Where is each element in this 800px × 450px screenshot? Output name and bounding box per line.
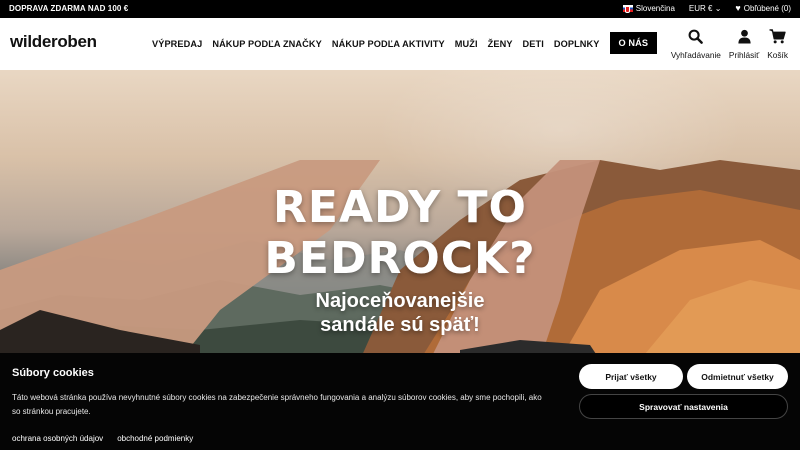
chevron-down-icon: ⌄	[714, 3, 722, 13]
search-icon	[688, 26, 704, 46]
hero-title-line-1: READY TO	[273, 182, 527, 233]
language-label: Slovenčina	[635, 3, 675, 13]
hero-subtitle-line-1: Najoceňovanejšie	[315, 290, 485, 312]
currency-label: EUR €	[688, 3, 713, 13]
privacy-policy-link[interactable]: ochrana osobných údajov	[12, 434, 103, 443]
terms-link[interactable]: obchodné podmienky	[117, 434, 193, 443]
user-icon	[737, 26, 752, 46]
cookie-links: ochrana osobných údajov obchodné podmien…	[12, 434, 193, 443]
cart-icon	[769, 26, 786, 46]
search-button[interactable]: Vyhľadávanie	[671, 26, 721, 60]
accept-all-cookies-button[interactable]: Prijať všetky	[579, 364, 683, 389]
heart-icon: ♥	[735, 3, 741, 13]
top-bar-right: Slovenčina EUR € ⌄ ♥ Obľúbené (0)	[622, 3, 791, 13]
cookie-consent-banner: Súbory cookies Táto webová stránka použí…	[0, 353, 800, 450]
nav-by-brand[interactable]: NÁKUP PODĽA ZNAČKY	[212, 39, 322, 49]
free-shipping-promo: DOPRAVA ZDARMA NAD 100 €	[9, 4, 129, 13]
cookie-title: Súbory cookies	[12, 367, 94, 379]
favorites-label: Obľúbené (0)	[743, 4, 791, 13]
main-nav: VÝPREDAJ NÁKUP PODĽA ZNAČKY NÁKUP PODĽA …	[152, 32, 667, 54]
hero-title-line-2: BEDROCK?	[264, 233, 536, 284]
slovak-flag-icon	[622, 4, 633, 13]
search-label: Vyhľadávanie	[670, 50, 721, 60]
reject-all-cookies-button[interactable]: Odmietnuť všetky	[687, 364, 788, 389]
top-bar: DOPRAVA ZDARMA NAD 100 € Slovenčina EUR …	[0, 0, 800, 18]
logo[interactable]: wilderoben	[10, 32, 97, 52]
manage-cookie-settings-button[interactable]: Spravovať nastavenia	[579, 394, 788, 419]
login-button[interactable]: Prihlásiť	[729, 26, 759, 60]
nav-accessories[interactable]: DOPLNKY	[554, 39, 600, 49]
cart-button[interactable]: Košík	[767, 26, 788, 60]
currency-selector[interactable]: EUR € ⌄	[689, 4, 722, 13]
hero-subtitle-line-2: sandále sú späť!	[320, 314, 480, 336]
site-header: wilderoben VÝPREDAJ NÁKUP PODĽA ZNAČKY N…	[0, 18, 800, 70]
header-tools: Vyhľadávanie Prihlásiť Košík	[671, 26, 788, 60]
about-us-button[interactable]: O NÁS	[609, 32, 658, 54]
nav-kids[interactable]: DETI	[523, 39, 544, 49]
language-selector[interactable]: Slovenčina	[622, 3, 675, 13]
nav-sale[interactable]: VÝPREDAJ	[152, 39, 202, 49]
nav-men[interactable]: MUŽI	[455, 39, 478, 49]
login-label: Prihlásiť	[728, 50, 760, 60]
favorites-link[interactable]: ♥ Obľúbené (0)	[735, 3, 791, 13]
nav-by-activity[interactable]: NÁKUP PODĽA AKTIVITY	[332, 39, 445, 49]
hero-banner[interactable]: READY TO BEDROCK? Najoceňovanejšie sandá…	[0, 70, 800, 360]
cart-label: Košík	[767, 50, 788, 60]
cookie-description: Táto webová stránka používa nevyhnutné s…	[12, 393, 542, 416]
nav-women[interactable]: ŽENY	[488, 39, 513, 49]
